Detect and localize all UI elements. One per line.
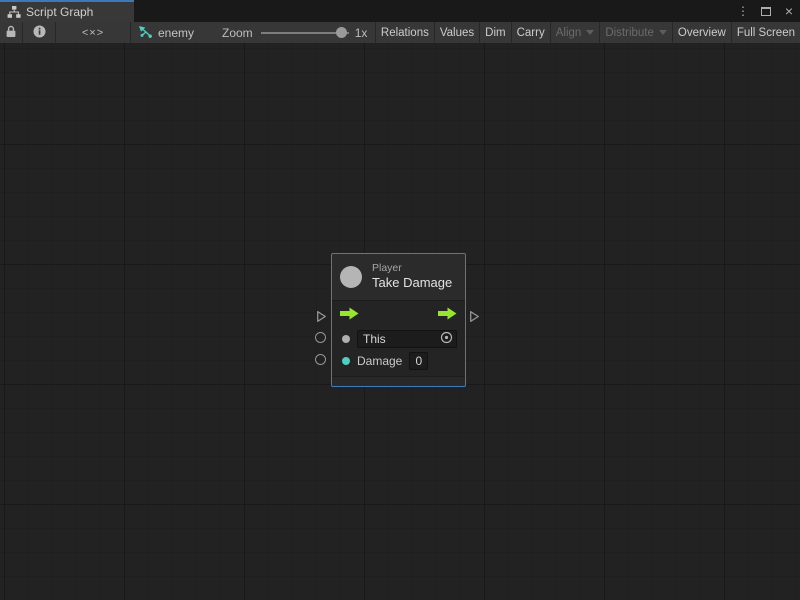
code-preview-button[interactable]: <×> [56,22,130,43]
node-header[interactable]: Player Take Damage [332,254,465,301]
zoom-value: 1x [355,26,368,40]
maximize-icon [761,7,771,16]
damage-port-row: Damage 0 [340,352,457,370]
titlebar: Script Graph ⋮ × [0,0,800,22]
full-screen-button-label: Full Screen [737,27,795,39]
graph-network-icon [138,25,152,41]
graph-canvas[interactable]: Player Take Damage [0,43,800,600]
damage-value-input[interactable]: 0 [409,352,428,370]
align-button-label: Align [556,27,582,39]
window-menu-button[interactable]: ⋮ [736,3,750,19]
distribute-button-label: Distribute [605,27,654,39]
zoom-control: Zoom 1x [222,22,367,43]
code-preview-icon: <×> [82,27,104,39]
window-maximize-button[interactable] [759,3,773,19]
window-controls: ⋮ × [736,0,796,22]
chevron-down-icon [659,30,667,35]
overview-button-label: Overview [678,27,726,39]
control-input-port[interactable] [316,310,327,328]
info-icon [33,25,46,41]
breadcrumb[interactable]: enemy [138,22,194,43]
flow-out-arrow-icon[interactable] [438,307,457,325]
this-port-row: This [340,330,457,348]
graph-toolbar: <×> enemy Zoom 1x [0,22,800,43]
damage-value-port[interactable] [315,354,326,365]
take-damage-node[interactable]: Player Take Damage [331,253,466,387]
node-target-label: Player [372,262,452,275]
relations-button[interactable]: Relations [375,22,434,43]
values-button-label: Values [440,27,474,39]
lock-icon [5,25,17,41]
relations-button-label: Relations [381,27,429,39]
lock-button[interactable] [0,22,22,43]
this-port-dot-icon[interactable] [342,335,350,343]
zoom-label: Zoom [222,26,253,40]
values-button[interactable]: Values [434,22,479,43]
flow-in-arrow-icon[interactable] [340,307,359,325]
tab-script-graph[interactable]: Script Graph [0,0,134,22]
this-field-label: This [363,332,386,346]
control-output-port[interactable] [469,310,480,328]
full-screen-button[interactable]: Full Screen [731,22,800,43]
damage-port-dot-icon[interactable] [342,357,350,365]
damage-port-label: Damage [357,354,402,368]
node-body: This Damage 0 [332,301,465,376]
inspect-button[interactable] [23,22,55,43]
zoom-slider-handle[interactable] [336,27,347,38]
tab-label: Script Graph [26,5,93,19]
distribute-dropdown-button[interactable]: Distribute [599,22,672,43]
node-title: Take Damage [372,275,452,291]
toolbar-divider [130,22,131,43]
carry-button-label: Carry [517,27,545,39]
object-picker-icon[interactable] [440,331,453,347]
zoom-slider[interactable] [261,22,349,43]
chevron-down-icon [586,30,594,35]
player-avatar-icon [340,266,362,288]
dim-button[interactable]: Dim [479,22,510,43]
align-dropdown-button[interactable]: Align [550,22,600,43]
breadcrumb-graph-name: enemy [158,26,194,40]
script-graph-window: Script Graph ⋮ × [0,0,800,600]
toolbar-buttons: Relations Values Dim Carry Align Distrib… [375,22,800,43]
graph-hierarchy-icon [7,6,21,18]
this-value-port[interactable] [315,332,326,343]
carry-button[interactable]: Carry [511,22,550,43]
this-object-field[interactable]: This [357,330,457,348]
node-footer [332,376,465,386]
flow-port-row [340,308,457,323]
dim-button-label: Dim [485,27,505,39]
overview-button[interactable]: Overview [672,22,731,43]
window-close-button[interactable]: × [782,3,796,19]
